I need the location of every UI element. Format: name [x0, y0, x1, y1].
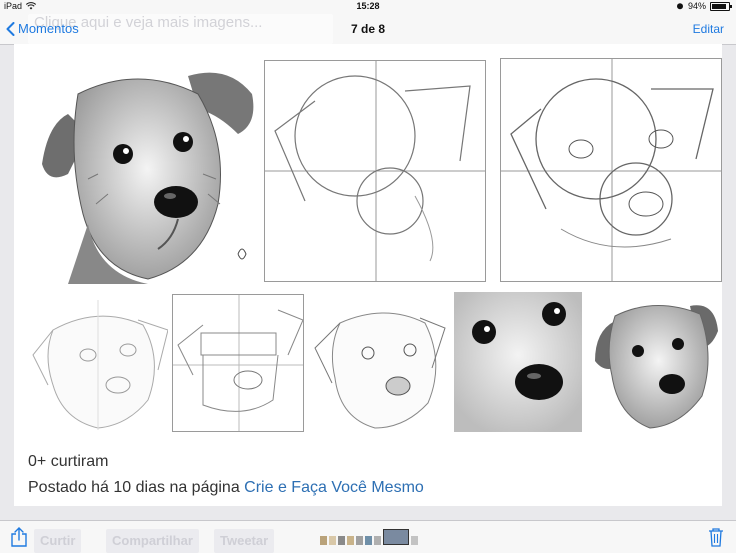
status-time: 15:28 [356, 1, 380, 11]
step-4-sketch [172, 294, 304, 432]
photo-card: 0+ curtiram Postado há 10 dias na página… [14, 44, 722, 506]
share-icon [11, 527, 27, 547]
thumbnail[interactable] [374, 536, 381, 545]
thumbnail-selected[interactable] [383, 529, 409, 545]
dog-drawing-tutorial-image[interactable] [14, 44, 722, 436]
delete-button[interactable] [708, 527, 724, 552]
likes-count: 0+ curtiram [28, 453, 109, 470]
thumbnail[interactable] [356, 536, 363, 545]
step-3-sketch [28, 300, 168, 430]
bottom-toolbar: Curtir Compartilhar Tweetar [0, 520, 736, 553]
ghost-tweetar-button: Tweetar [214, 529, 275, 553]
alarm-icon [676, 3, 683, 10]
thumbnail[interactable] [365, 536, 372, 545]
step-5-sketch [310, 298, 448, 432]
ghost-curtir-button: Curtir [34, 529, 82, 553]
posted-info: Postado há 10 dias na página Crie e Faça… [28, 479, 424, 497]
thumbnail[interactable] [320, 536, 327, 545]
step-6-drawing [454, 292, 582, 432]
edit-button[interactable]: Editar [693, 22, 724, 36]
navigation-bar: Clique aqui e veja mais imagens... Momen… [0, 14, 736, 45]
status-bar: iPad 15:28 94% [0, 0, 736, 14]
step-1-construction-frame [264, 60, 486, 282]
page-link[interactable]: Crie e Faça Você Mesmo [244, 479, 424, 496]
page-title: 7 de 8 [350, 22, 386, 36]
battery-icon [710, 1, 732, 11]
share-button[interactable] [10, 527, 28, 552]
thumbnail[interactable] [329, 536, 336, 545]
photo-thumbnail-strip[interactable] [320, 529, 418, 545]
battery-percent: 94% [687, 1, 706, 11]
posted-prefix: Postado há 10 dias na página [28, 479, 245, 496]
step-2-construction-frame [500, 58, 722, 282]
thumbnail[interactable] [411, 536, 418, 545]
step-7-drawing [590, 296, 720, 432]
thumbnail[interactable] [347, 536, 354, 545]
thumbnail[interactable] [338, 536, 345, 545]
finished-dog-drawing [28, 54, 264, 284]
trash-icon [709, 528, 723, 547]
ghost-compartilhar-button: Compartilhar [106, 529, 199, 553]
